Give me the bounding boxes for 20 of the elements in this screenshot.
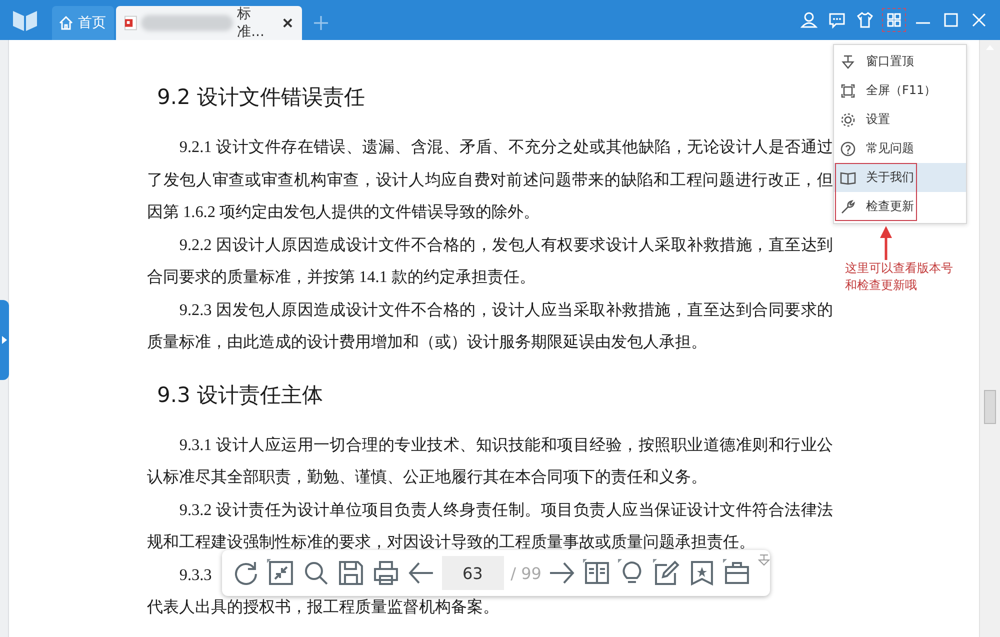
- menu-item[interactable]: 常见问题: [834, 134, 966, 163]
- page-total: / 99: [510, 564, 542, 582]
- paragraph: 9.2.3 因发包人原因造成设计文件不合格的，设计人应当采取补救措施，直至达到合同要求的质量标准，由此造成的设计费用增加和（或）设计服务期限延误由发包人承担。: [147, 300, 833, 353]
- tab-title: 标准...: [237, 5, 266, 41]
- paragraph: 9.3.2 设计责任为设计单位项目负责人终身责任制。项目负责人应当保证设计文件符合法律法规和工程建设强制性标准的要求，对因设计导致的工程质量事故或质量问题承担责任。: [147, 500, 833, 553]
- menu-item[interactable]: 设置: [834, 105, 966, 134]
- section-heading: 9.3 设计责任主体: [157, 382, 324, 408]
- paragraph: 9.2.2 因设计人原因造成设计文件不合格的，发包人有权要求设计人采取补救措施，直至达到合同要求的质量标准，并按第 14.1 款的约定承担责任。: [147, 234, 833, 288]
- paragraph: 9.2.1 设计文件存在错误、遗漏、含混、矛盾、不充分之处或其他缺陷，无论设计人是否通过了发包人审查或审查机构审查，设计人均应自费对前述问题带来的缺陷和工程问题进行改正，但因第 1.6.2 项约定由发包人提供的文件错误导致的除外。: [147, 137, 833, 223]
- paragraph: 9.3.1 设计人应运用一切合理的专业技术、知识技能和项目经验，按照职业道德准则和行业公认标准尽其全部职责，勤勉、谨慎、公正地履行其在本合同项下的责任和义务。: [147, 434, 833, 488]
- document-tab[interactable]: 标准...: [116, 6, 302, 40]
- text-line: 代表人出具的授权书，报工程质量监督机构备案。: [147, 597, 499, 618]
- paragraph: 9.3.3: [178, 564, 212, 586]
- annotation-text: 这里可以查看版本号 和检查更新哦: [845, 260, 953, 294]
- menu-item[interactable]: 窗口置顶: [834, 47, 966, 76]
- section-heading: 9.2 设计文件错误责任: [157, 84, 366, 111]
- menu-item[interactable]: 关于我们: [834, 163, 966, 192]
- page-number-field[interactable]: 63: [442, 556, 504, 590]
- menu-item[interactable]: 检查更新: [834, 192, 966, 221]
- menu-item[interactable]: 全屏（F11）: [834, 76, 966, 105]
